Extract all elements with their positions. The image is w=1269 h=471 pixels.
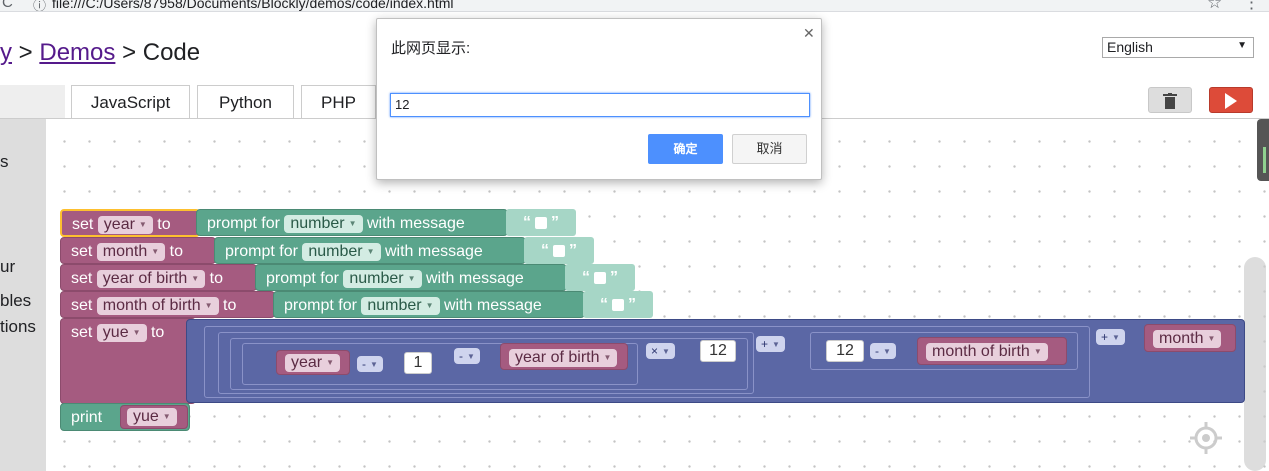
ok-button[interactable]: 确定 <box>648 134 723 164</box>
page-title: Code <box>142 39 201 66</box>
trash-button[interactable] <box>1148 87 1192 113</box>
scrollbar-handle[interactable] <box>1257 119 1269 181</box>
with-message-label: with message <box>367 215 465 232</box>
type-dropdown-number[interactable]: number ▼ <box>361 296 440 315</box>
string-block[interactable]: “” <box>583 291 653 318</box>
set-year-of-birth-block[interactable]: set year of birth ▼ to <box>60 264 257 291</box>
type-dropdown-number[interactable]: number ▼ <box>343 269 422 288</box>
number-field[interactable]: 12 <box>700 340 736 362</box>
operator-dropdown-minus[interactable]: - ▼ <box>454 348 480 364</box>
set-year-block[interactable]: set year ▼ to <box>60 209 200 237</box>
to-label: to <box>223 297 237 314</box>
close-icon[interactable]: ✕ <box>803 25 815 42</box>
string-block[interactable]: “” <box>565 264 635 291</box>
set-label: set <box>71 297 93 314</box>
set-month-block[interactable]: set month ▼ to <box>60 237 216 264</box>
run-button[interactable] <box>1209 87 1253 113</box>
toolbox-category[interactable]: tions <box>0 317 36 337</box>
prompt-label: prompt for <box>225 243 298 260</box>
operator-dropdown-plus[interactable]: + ▼ <box>1096 329 1125 345</box>
language-select[interactable]: English ▼ <box>1102 37 1254 58</box>
var-dropdown-yue[interactable]: yue ▼ <box>127 407 177 426</box>
dialog-title: 此网页显示: <box>391 40 471 57</box>
toolbox-category[interactable]: ur <box>0 257 15 277</box>
with-message-label: with message <box>385 243 483 260</box>
vertical-scrollbar[interactable] <box>1244 257 1266 471</box>
set-yue-block[interactable]: set yue ▼ to <box>60 318 196 404</box>
print-label: print <box>71 409 103 426</box>
bookmark-star-icon[interactable]: ☆ <box>1207 0 1222 11</box>
var-dropdown-yue[interactable]: yue ▼ <box>96 323 147 342</box>
variable-get-year[interactable]: year ▼ <box>276 350 350 375</box>
string-block[interactable]: “” <box>506 209 576 236</box>
set-month-of-birth-block[interactable]: set month of birth ▼ to <box>60 291 275 318</box>
prompt-block[interactable]: prompt for number ▼ with message <box>196 209 508 236</box>
set-label: set <box>71 270 93 287</box>
string-block[interactable]: “” <box>524 237 594 264</box>
operator-dropdown-plus[interactable]: + ▼ <box>756 336 785 352</box>
operator-dropdown-minus[interactable]: - ▼ <box>870 343 896 359</box>
var-dropdown-year-of-birth[interactable]: year of birth ▼ <box>509 348 618 367</box>
prompt-label: prompt for <box>284 297 357 314</box>
with-message-label: with message <box>426 270 524 287</box>
var-dropdown-year[interactable]: year ▼ <box>97 215 153 234</box>
toolbox: s ur bles tions <box>0 119 46 471</box>
type-dropdown-number[interactable]: number ▼ <box>284 214 363 233</box>
browser-address-bar: C ⓘ file:///C:/Users/87958/Documents/Blo… <box>0 0 1269 12</box>
toolbox-category[interactable]: s <box>0 152 9 172</box>
var-dropdown-year-of-birth[interactable]: year of birth ▼ <box>96 269 206 288</box>
with-message-label: with message <box>444 297 542 314</box>
var-dropdown-month-of-birth[interactable]: month of birth ▼ <box>96 296 219 315</box>
trash-icon <box>1163 93 1177 109</box>
var-dropdown-year[interactable]: year ▼ <box>285 353 341 372</box>
breadcrumb: y > Demos > Code <box>0 39 200 67</box>
tab-javascript[interactable]: JavaScript <box>71 85 190 119</box>
to-label: to <box>209 270 223 287</box>
tab-php[interactable]: PHP <box>301 85 376 119</box>
var-dropdown-month[interactable]: month ▼ <box>1153 329 1222 348</box>
tabs-background <box>0 85 65 119</box>
prompt-block[interactable]: prompt for number ▼ with message <box>273 291 585 318</box>
set-label: set <box>71 324 93 341</box>
info-icon[interactable]: ⓘ <box>33 0 46 11</box>
var-dropdown-month-of-birth[interactable]: month of birth ▼ <box>926 342 1048 361</box>
set-label: set <box>72 216 94 233</box>
to-label: to <box>169 243 183 260</box>
prompt-label: prompt for <box>207 215 280 232</box>
to-label: to <box>157 216 171 233</box>
language-select-value: English <box>1107 39 1153 55</box>
recenter-target-icon[interactable] <box>1190 422 1222 454</box>
breadcrumb-link-blockly[interactable]: y <box>0 39 12 66</box>
type-dropdown-number[interactable]: number ▼ <box>302 242 381 261</box>
cancel-button[interactable]: 取消 <box>732 134 807 164</box>
chevron-down-icon: ▼ <box>1237 40 1247 51</box>
to-label: to <box>150 324 165 341</box>
variable-get-year-of-birth[interactable]: year of birth ▼ <box>500 343 628 370</box>
prompt-dialog: 此网页显示: ✕ 12 确定 取消 <box>376 18 822 180</box>
breadcrumb-separator: > <box>18 39 33 66</box>
operator-dropdown-times[interactable]: × ▼ <box>646 343 675 359</box>
reload-icon[interactable]: C <box>2 0 13 11</box>
variable-get-yue[interactable]: yue ▼ <box>120 405 188 429</box>
dialog-input[interactable]: 12 <box>390 93 810 117</box>
prompt-label: prompt for <box>266 270 339 287</box>
breadcrumb-separator: > <box>122 39 137 66</box>
url-field[interactable]: file:///C:/Users/87958/Documents/Blockly… <box>52 0 454 11</box>
prompt-block[interactable]: prompt for number ▼ with message <box>255 264 567 291</box>
browser-menu-icon[interactable]: ⋮ <box>1243 0 1260 11</box>
prompt-block[interactable]: prompt for number ▼ with message <box>214 237 526 264</box>
variable-get-month-of-birth[interactable]: month of birth ▼ <box>917 337 1067 365</box>
breadcrumb-link-demos[interactable]: Demos <box>39 39 115 66</box>
number-field[interactable]: 12 <box>826 340 864 362</box>
set-label: set <box>71 243 93 260</box>
operator-dropdown-minus[interactable]: - ▼ <box>357 356 383 372</box>
number-field[interactable]: 1 <box>404 352 432 374</box>
var-dropdown-month[interactable]: month ▼ <box>96 242 166 261</box>
play-icon <box>1225 93 1237 109</box>
variable-get-month[interactable]: month ▼ <box>1144 324 1236 352</box>
toolbox-category[interactable]: bles <box>0 291 31 311</box>
tab-python[interactable]: Python <box>197 85 294 119</box>
